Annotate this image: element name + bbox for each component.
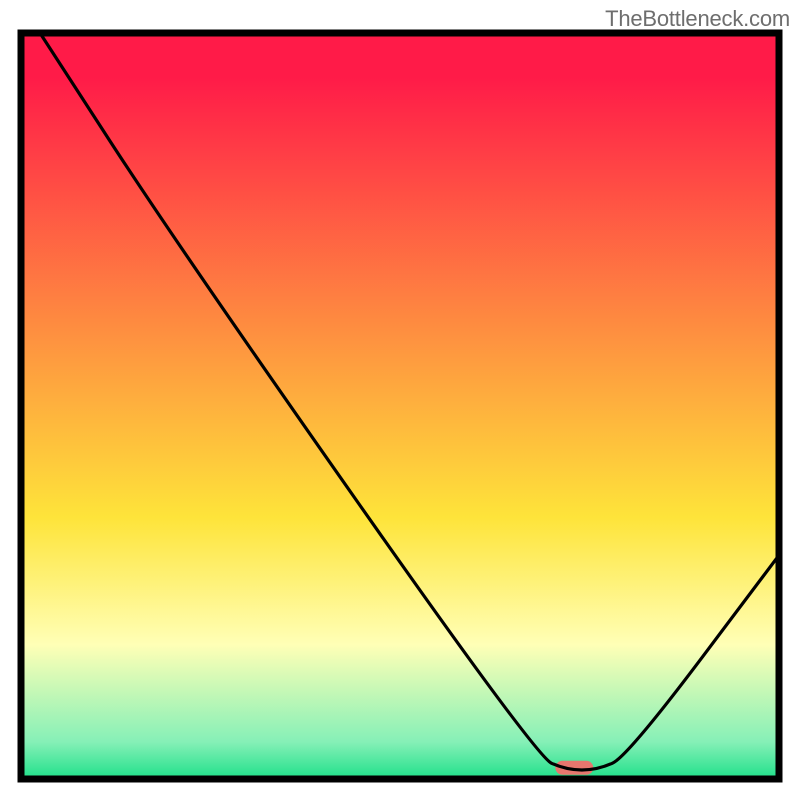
chart-container: TheBottleneck.com <box>0 0 800 800</box>
bottleneck-chart <box>0 0 800 800</box>
plot-background <box>21 33 779 779</box>
attribution-label: TheBottleneck.com <box>605 6 790 32</box>
